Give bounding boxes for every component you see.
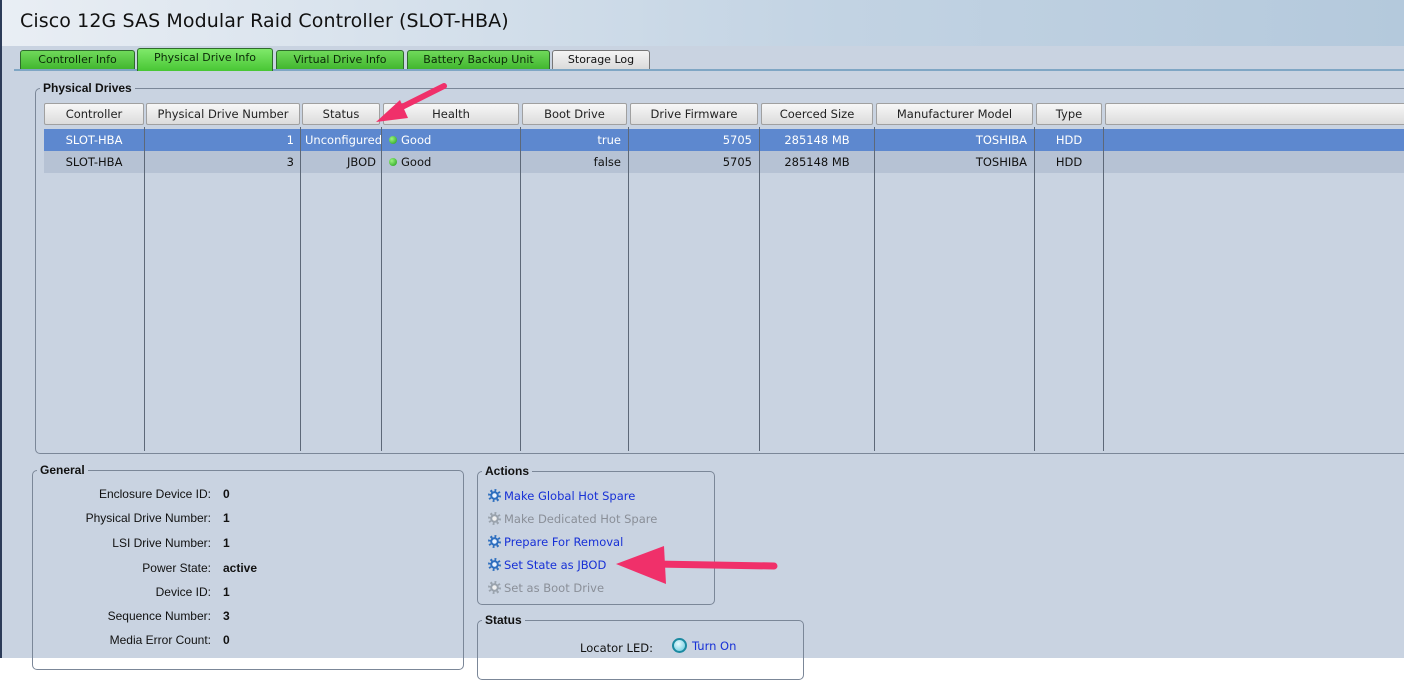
make-dedicated-hot-spare-link: Make Dedicated Hot Spare bbox=[488, 510, 657, 528]
tab-storage-log[interactable]: Storage Log bbox=[552, 50, 650, 70]
field-value: 0 bbox=[223, 487, 230, 501]
cell-health: Good bbox=[383, 151, 519, 173]
cell-drive-firmware: 5705 bbox=[722, 155, 752, 169]
tab-battery-backup-unit[interactable]: Battery Backup Unit bbox=[407, 50, 550, 70]
cell-coerced-size: 285148 MB bbox=[784, 133, 850, 147]
field-label: Enclosure Device ID: bbox=[98, 487, 211, 501]
locator-led-label: Locator LED: bbox=[580, 641, 653, 655]
action-label: Prepare For Removal bbox=[504, 535, 624, 549]
locator-led-turn-on-button[interactable]: Turn On bbox=[672, 638, 736, 653]
column-divider bbox=[1103, 127, 1104, 451]
field-enclosure-device-id: Enclosure Device ID: 0 bbox=[33, 487, 453, 505]
cell-controller: SLOT-HBA bbox=[65, 155, 123, 169]
field-value: active bbox=[223, 561, 258, 575]
field-device-id: Device ID: 1 bbox=[33, 585, 453, 603]
column-header-boot-drive[interactable]: Boot Drive bbox=[522, 103, 627, 125]
cell-status: JBOD bbox=[347, 155, 376, 169]
column-divider bbox=[144, 127, 145, 451]
action-label: Make Dedicated Hot Spare bbox=[504, 512, 658, 526]
cell-manufacturer-model: TOSHIBA bbox=[975, 155, 1027, 169]
column-divider bbox=[300, 127, 301, 451]
cell-type: HDD bbox=[1055, 155, 1083, 169]
health-text: Good bbox=[401, 133, 432, 147]
cell-drive-number: 3 bbox=[286, 155, 294, 169]
field-sequence-number: Sequence Number: 3 bbox=[33, 609, 453, 627]
cell-boot-drive: false bbox=[593, 155, 621, 169]
column-header-coerced-size[interactable]: Coerced Size bbox=[761, 103, 873, 125]
table-row[interactable]: SLOT-HBA 1 Unconfigured Good true 5705 2… bbox=[44, 129, 1404, 151]
field-media-error-count: Media Error Count: 0 bbox=[33, 633, 453, 651]
cell-coerced-size: 285148 MB bbox=[784, 155, 850, 169]
action-label: Set as Boot Drive bbox=[504, 581, 605, 595]
window-title: Cisco 12G SAS Modular Raid Controller (S… bbox=[20, 10, 509, 32]
field-value: 1 bbox=[223, 585, 230, 599]
field-label: Physical Drive Number: bbox=[85, 511, 211, 525]
column-divider bbox=[381, 127, 382, 451]
action-label: Set State as JBOD bbox=[504, 558, 607, 572]
app-window: Cisco 12G SAS Modular Raid Controller (S… bbox=[0, 0, 1404, 680]
gear-icon bbox=[488, 512, 501, 525]
general-panel: General Enclosure Device ID: 0 Physical D… bbox=[32, 463, 464, 670]
tab-physical-drive-info[interactable]: Physical Drive Info bbox=[137, 48, 273, 71]
cell-health: Good bbox=[383, 129, 519, 151]
gear-icon bbox=[488, 581, 501, 594]
health-good-icon bbox=[389, 158, 397, 166]
column-header-manufacturer-model[interactable]: Manufacturer Model bbox=[876, 103, 1033, 125]
field-lsi-drive-number: LSI Drive Number: 1 bbox=[33, 536, 453, 554]
table-row[interactable]: SLOT-HBA 3 JBOD Good false 5705 285148 M… bbox=[44, 151, 1404, 173]
field-label: Device ID: bbox=[155, 585, 211, 599]
field-label: Power State: bbox=[142, 561, 211, 575]
field-value: 0 bbox=[223, 633, 230, 647]
column-divider bbox=[628, 127, 629, 451]
status-panel: Status Locator LED: Turn On bbox=[477, 613, 804, 680]
locator-led-icon bbox=[672, 638, 687, 653]
cell-drive-number: 1 bbox=[286, 133, 294, 147]
prepare-for-removal-link[interactable]: Prepare For Removal bbox=[488, 533, 623, 551]
title-bar: Cisco 12G SAS Modular Raid Controller (S… bbox=[2, 0, 1404, 46]
turn-on-label: Turn On bbox=[692, 639, 737, 653]
column-divider bbox=[759, 127, 760, 451]
action-label: Make Global Hot Spare bbox=[504, 489, 636, 503]
column-header-type[interactable]: Type bbox=[1036, 103, 1102, 125]
tab-controller-info[interactable]: Controller Info bbox=[20, 50, 135, 70]
set-as-boot-drive-link: Set as Boot Drive bbox=[488, 579, 604, 597]
cell-manufacturer-model: TOSHIBA bbox=[975, 133, 1027, 147]
status-legend: Status bbox=[482, 613, 525, 627]
field-value: 1 bbox=[223, 511, 230, 525]
health-good-icon bbox=[389, 136, 397, 144]
make-global-hot-spare-link[interactable]: Make Global Hot Spare bbox=[488, 487, 635, 505]
gear-icon bbox=[488, 558, 501, 571]
physical-drives-table: Controller Physical Drive Number Status … bbox=[44, 103, 1404, 453]
physical-drives-legend: Physical Drives bbox=[40, 81, 135, 95]
physical-drives-panel: Physical Drives Controller Physical Driv… bbox=[35, 81, 1404, 454]
column-header-physical-drive-number[interactable]: Physical Drive Number bbox=[146, 103, 300, 125]
column-divider bbox=[874, 127, 875, 451]
field-power-state: Power State: active bbox=[33, 561, 453, 579]
field-label: Media Error Count: bbox=[109, 633, 211, 647]
column-header-drive-firmware[interactable]: Drive Firmware bbox=[630, 103, 758, 125]
column-header-controller[interactable]: Controller bbox=[44, 103, 144, 125]
health-text: Good bbox=[401, 155, 432, 169]
general-legend: General bbox=[37, 463, 88, 477]
field-value: 3 bbox=[223, 609, 230, 623]
cell-controller: SLOT-HBA bbox=[65, 133, 123, 147]
column-header-filler bbox=[1105, 103, 1404, 125]
column-divider bbox=[1034, 127, 1035, 451]
annotation-arrow-status bbox=[376, 83, 447, 122]
tab-virtual-drive-info[interactable]: Virtual Drive Info bbox=[276, 50, 404, 70]
cell-type: HDD bbox=[1055, 133, 1083, 147]
field-physical-drive-number: Physical Drive Number: 1 bbox=[33, 511, 453, 529]
field-label: Sequence Number: bbox=[107, 609, 211, 623]
column-divider bbox=[520, 127, 521, 451]
cell-boot-drive: true bbox=[597, 133, 621, 147]
field-value: 1 bbox=[223, 536, 230, 550]
annotation-arrow-jbod bbox=[616, 546, 778, 584]
set-state-as-jbod-link[interactable]: Set State as JBOD bbox=[488, 556, 606, 574]
actions-legend: Actions bbox=[482, 464, 533, 478]
gear-icon bbox=[488, 535, 501, 548]
cell-status: Unconfigured bbox=[305, 133, 382, 147]
cell-drive-firmware: 5705 bbox=[722, 133, 752, 147]
field-label: LSI Drive Number: bbox=[112, 536, 211, 550]
gear-icon bbox=[488, 489, 501, 502]
